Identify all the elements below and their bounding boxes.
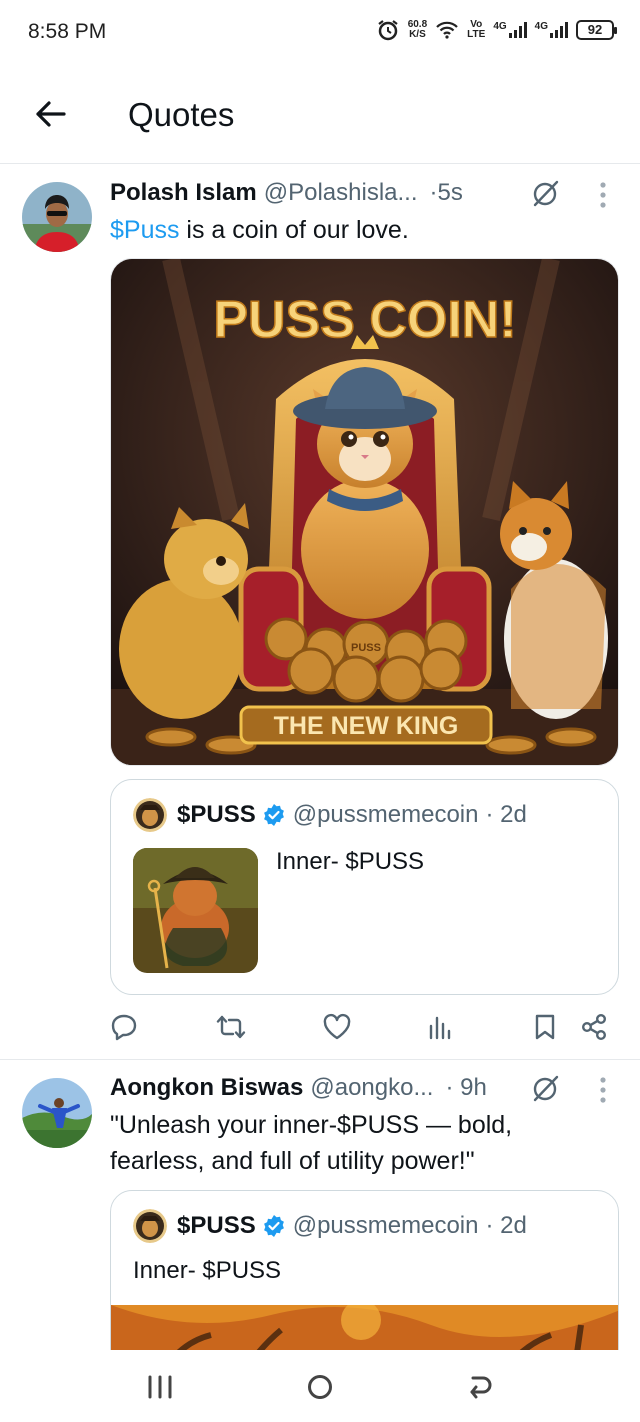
quoted-author-handle: @pussmemecoin [292, 801, 479, 828]
quoted-post-header: $PUSS @pussmemecoin · 2d [133, 1209, 527, 1243]
quoted-post-text: Inner- $PUSS [133, 1257, 282, 1284]
author-avatar[interactable] [22, 182, 92, 252]
back-icon[interactable] [463, 1370, 497, 1404]
author-handle[interactable]: @Polashisla... [264, 179, 418, 207]
post-header: Aongkon Biswas @aongko... · 9h [110, 1071, 487, 1105]
quoted-author-name: $PUSS [177, 801, 256, 828]
media-banner-text: THE NEW KING [274, 712, 459, 740]
quoted-media-thumbnail[interactable] [133, 848, 258, 973]
quoted-author-avatar [133, 1209, 167, 1243]
author-name[interactable]: Polash Islam [110, 179, 257, 207]
author-handle[interactable]: @aongko... [310, 1074, 433, 1102]
back-arrow-icon[interactable] [30, 94, 70, 134]
bookmark-icon[interactable] [530, 1012, 560, 1042]
quoted-author-handle: @pussmemecoin [292, 1212, 479, 1239]
battery-indicator: 92 [576, 20, 617, 40]
post-actions [0, 1012, 640, 1052]
alarm-icon [378, 20, 398, 41]
share-icon[interactable] [579, 1012, 609, 1042]
system-navigation-bar [0, 1350, 640, 1422]
media-title-text: PUSS COIN! [213, 291, 516, 349]
post[interactable]: Aongkon Biswas @aongko... · 9h "Unleash … [0, 1060, 640, 1350]
quoted-post-card[interactable]: $PUSS @pussmemecoin · 2d Inner- $PUSS [110, 779, 619, 995]
post-media-image[interactable]: PUSS COIN! THE NEW KING PUSS [110, 258, 619, 766]
media-coin-label: PUSS [351, 642, 381, 654]
verified-badge-icon [263, 1215, 284, 1237]
signal-sim2: 4G [535, 22, 568, 38]
quoted-post-text: Inner- $PUSS [276, 848, 425, 875]
like-icon[interactable] [322, 1012, 352, 1042]
page-title: Quotes [128, 96, 235, 133]
more-options-icon[interactable] [598, 180, 608, 210]
status-time: 8:58 PM [28, 20, 107, 43]
signal-icon [550, 22, 568, 38]
quoted-post-header: $PUSS @pussmemecoin · 2d [133, 798, 527, 832]
recent-apps-icon[interactable] [143, 1370, 177, 1404]
post-text-body: is a coin of our love. [179, 216, 409, 244]
more-options-icon[interactable] [598, 1075, 608, 1105]
signal-icon [508, 22, 527, 38]
status-bar: 8:58 PM 60.8 K/S Vo LTE 4G 4G 92 [0, 0, 640, 66]
post-header: Polash Islam @Polashisla... ·5s [110, 176, 463, 210]
volte-indicator: Vo LTE [467, 19, 486, 40]
top-app-bar: Quotes [0, 66, 640, 164]
post-time: ·5s [429, 179, 463, 206]
views-icon[interactable] [425, 1012, 455, 1042]
post[interactable]: Polash Islam @Polashisla... ·5s $Puss is… [0, 165, 640, 1060]
grok-icon[interactable] [531, 178, 561, 208]
post-text: $Puss is a coin of our love. [110, 212, 409, 248]
quoted-author-avatar [133, 798, 167, 832]
quoted-post-time: · 2d [485, 801, 527, 828]
post-text: "Unleash your inner-$PUSS — bold, fearle… [110, 1111, 513, 1175]
repost-icon[interactable] [216, 1012, 246, 1042]
quoted-media-image[interactable] [111, 1300, 618, 1350]
post-time: · 9h [445, 1074, 487, 1101]
quoted-author-name: $PUSS [177, 1212, 256, 1239]
signal-sim1: 4G [493, 22, 527, 38]
reply-icon[interactable] [109, 1012, 139, 1042]
home-icon[interactable] [303, 1370, 337, 1404]
cashtag-link[interactable]: $Puss [110, 216, 179, 244]
status-icons: 60.8 K/S Vo LTE 4G 4G 92 [376, 18, 617, 42]
verified-badge-icon [263, 804, 284, 826]
wifi-icon [436, 21, 458, 39]
grok-icon[interactable] [531, 1073, 561, 1103]
quoted-post-card[interactable]: $PUSS @pussmemecoin · 2d Inner- $PUSS [110, 1190, 619, 1350]
author-name[interactable]: Aongkon Biswas [110, 1074, 303, 1102]
net-speed: 60.8 K/S [407, 19, 428, 40]
quoted-post-time: · 2d [485, 1212, 527, 1239]
author-avatar[interactable] [22, 1078, 92, 1148]
